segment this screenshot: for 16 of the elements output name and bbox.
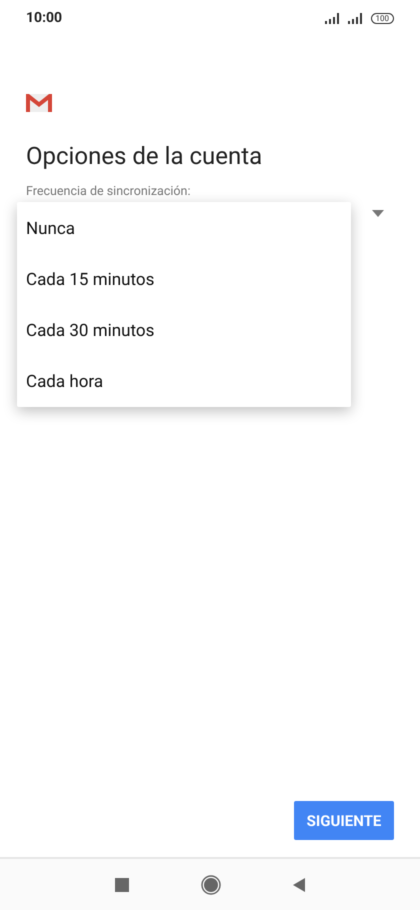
status-time: 10:00 [26, 10, 62, 26]
page-title: Opciones de la cuenta [26, 142, 264, 170]
square-icon[interactable] [115, 878, 129, 892]
mail-logo-icon [26, 94, 52, 112]
menu-item[interactable]: Nunca [17, 203, 351, 254]
field-label: Frecuencia de sincronización: [26, 184, 190, 199]
back-icon[interactable] [293, 878, 305, 892]
menu-item[interactable]: Cada hora [17, 356, 351, 407]
signal-icon [324, 12, 342, 24]
home-icon[interactable] [201, 874, 221, 894]
next-button[interactable]: SIGUIENTE [294, 801, 394, 840]
dropdown-arrow-icon[interactable] [372, 210, 384, 216]
menu-item[interactable]: Cada 15 minutos [17, 254, 351, 305]
signal-icon [348, 12, 364, 24]
menu-item[interactable]: Cada 30 minutos [17, 305, 351, 356]
battery-level: 100 [370, 12, 394, 24]
